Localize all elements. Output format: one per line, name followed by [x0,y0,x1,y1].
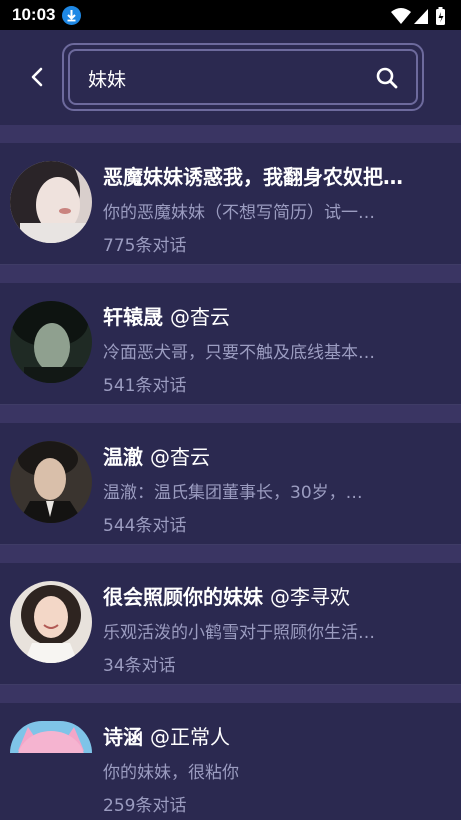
item-chat-count: 34条对话 [103,656,176,676]
download-icon [62,6,81,25]
item-title: 温澈 @杳云 [103,445,210,469]
signal-icon [414,9,428,24]
item-description: 温澈：温氏集团董事长，30岁，… [103,483,363,503]
list-item[interactable]: 温澈 @杳云 温澈：温氏集团董事长，30岁，… 544条对话 [0,423,461,545]
list-item[interactable]: 轩辕晟 @杳云 冷面恶犬哥，只要不触及底线基本… 541条对话 [0,283,461,405]
list-item[interactable]: 恶魔妹妹诱惑我，我翻身农奴把… 你的恶魔妹妹（不想写简历）试一… 775条对话 [0,143,461,265]
result-list: 恶魔妹妹诱惑我，我翻身农奴把… 你的恶魔妹妹（不想写简历）试一… 775条对话 … [0,125,461,820]
search-field[interactable]: 妹妹 [68,49,418,105]
back-button[interactable] [22,61,54,93]
smiling-girl-avatar [10,581,92,663]
wifi-icon [391,8,411,24]
status-bar: 10:03 [0,0,461,30]
search-input[interactable]: 妹妹 [88,65,126,92]
battery-icon [436,7,445,25]
divider [0,265,461,283]
item-author: @正常人 [149,725,230,749]
item-description: 冷面恶犬哥，只要不触及底线基本… [103,343,375,363]
divider [0,125,461,143]
item-chat-count: 544条对话 [103,516,187,536]
item-description: 你的妹妹，很粘你 [103,763,239,783]
list-item[interactable]: 诗涵 @正常人 你的妹妹，很粘你 259条对话 [0,703,461,820]
item-description: 乐观活泼的小鹤雪对于照顾你生活… [103,623,375,643]
item-chat-count: 775条对话 [103,236,187,256]
item-author: @李寻欢 [269,585,350,609]
item-title: 诗涵 @正常人 [103,725,230,749]
search-box[interactable]: 妹妹 [62,43,424,111]
item-chat-count: 259条对话 [103,796,187,816]
man-suit-portrait-avatar [10,441,92,523]
item-title: 轩辕晟 @杳云 [103,305,230,329]
item-description: 你的恶魔妹妹（不想写简历）试一… [103,203,375,223]
item-author: @杳云 [149,445,210,469]
man-dark-portrait-avatar [10,301,92,383]
girl-portrait-avatar [10,161,92,243]
search-header: 妹妹 [0,30,461,125]
anime-girl-avatar [10,721,92,753]
status-icons [389,6,449,26]
item-title: 很会照顾你的妹妹 @李寻欢 [103,585,350,609]
search-icon[interactable] [374,65,400,91]
item-chat-count: 541条对话 [103,376,187,396]
item-author: @杳云 [169,305,230,329]
item-title: 恶魔妹妹诱惑我，我翻身农奴把… [103,165,403,189]
divider [0,685,461,703]
divider [0,405,461,423]
status-time: 10:03 [12,5,56,24]
divider [0,545,461,563]
list-item[interactable]: 很会照顾你的妹妹 @李寻欢 乐观活泼的小鹤雪对于照顾你生活… 34条对话 [0,563,461,685]
chevron-left-icon [31,67,43,87]
